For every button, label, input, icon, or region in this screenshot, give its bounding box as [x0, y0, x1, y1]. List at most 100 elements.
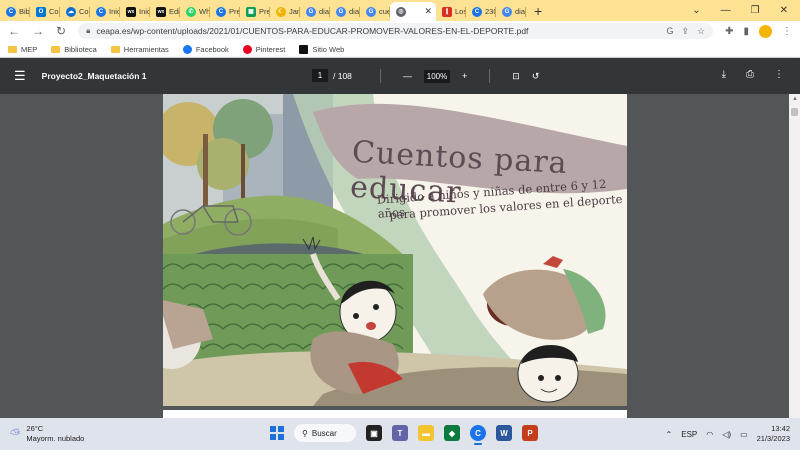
tab-4[interactable]: C Inic [90, 2, 120, 21]
bookmark-pinterest[interactable]: Pinterest [242, 44, 285, 54]
menu-icon[interactable]: ☰ [14, 68, 26, 84]
address-bar[interactable]: 🔒︎ ceapa.es/wp-content/uploads/2021/01/C… [78, 23, 714, 39]
avatar[interactable] [759, 24, 772, 38]
star-icon[interactable]: ☆ [697, 26, 705, 37]
chrome-taskbar-icon[interactable]: C [470, 425, 486, 445]
cloud-sun-icon: ⛅︎ [10, 426, 21, 441]
taskbar-apps: ⚲ Buscar ▣ T ▬ ◆ C W P [270, 424, 538, 445]
tab-16[interactable]: C 230 [466, 2, 496, 21]
extensions-icon[interactable]: ✚ [725, 26, 733, 37]
scrollbar[interactable] [789, 94, 800, 418]
tab-1[interactable]: CBibl [0, 2, 30, 21]
lock-icon[interactable]: 🔒︎ [86, 26, 90, 36]
tab-strip: CBibl OCo ☁Cor CInic wxInic wxEdit ✆Wh C… [0, 0, 800, 21]
chrome-icon: C [472, 6, 482, 17]
more-options-icon[interactable]: ⋮ [774, 69, 784, 80]
tab-active[interactable]: ◎ ✕ [390, 2, 436, 21]
search-label: Buscar [311, 428, 337, 438]
tab-3[interactable]: ☁ Cor [60, 2, 90, 21]
chrome-icon: C [96, 6, 106, 17]
weather-widget[interactable]: ⛅︎ 26°C Mayorm. nublado [10, 424, 84, 444]
word-icon[interactable]: W [496, 425, 512, 441]
bookmarks-bar: MEP Biblioteca Herramientas Facebook Pin… [0, 41, 800, 58]
reload-icon[interactable]: ↻ [56, 24, 66, 38]
sidepanel-icon[interactable]: ▮ [743, 26, 749, 37]
file-explorer-icon[interactable]: ▬ [418, 425, 434, 441]
teams-icon[interactable]: T [392, 425, 408, 441]
bookmark-mep[interactable]: MEP [8, 45, 37, 54]
tab-2[interactable]: O Co [30, 2, 60, 21]
whatsapp-icon: ✆ [186, 6, 196, 17]
page-total: / 108 [333, 70, 352, 81]
divider [380, 69, 381, 83]
tab-5[interactable]: wx Inic [120, 2, 150, 21]
tab-12[interactable]: Gdia [330, 2, 360, 21]
bookmark-biblioteca[interactable]: Biblioteca [51, 45, 97, 54]
wix-icon: wx [126, 6, 136, 17]
system-tray: ⌃ ESP ◠ ◁) ▭ 13:42 21/3/2023 [666, 424, 790, 444]
google-icon: G [502, 6, 512, 17]
pdf-actions: ⤓ ⎙ ⋮ [722, 69, 784, 80]
zoom-in-icon[interactable]: + [462, 71, 467, 81]
minimize-icon[interactable]: — [721, 5, 731, 16]
menu-kebab-icon[interactable]: ⋮ [782, 26, 792, 37]
taskbar-search[interactable]: ⚲ Buscar [294, 424, 356, 442]
wix-icon [299, 44, 309, 54]
bookmark-herramientas[interactable]: Herramientas [110, 45, 169, 54]
folder-icon [8, 45, 17, 53]
tab-8[interactable]: C Pre [210, 2, 240, 21]
chevron-up-icon[interactable]: ⌃ [666, 430, 673, 439]
clock[interactable]: 13:42 21/3/2023 [757, 424, 790, 444]
tab-11[interactable]: Gdia [300, 2, 330, 21]
zoom-input[interactable]: 100% [424, 69, 450, 83]
forward-icon[interactable]: → [32, 24, 44, 38]
scroll-thumb[interactable] [791, 108, 798, 116]
wix-icon: wx [156, 6, 166, 17]
pdf-page-next [163, 410, 627, 418]
google-lens-icon[interactable]: G [666, 26, 673, 37]
tab-10[interactable]: ☾ Jan [270, 2, 300, 21]
language-indicator[interactable]: ESP [681, 430, 697, 439]
chevron-down-icon[interactable]: ⌄ [692, 5, 700, 16]
tab-6[interactable]: wxEdit [150, 2, 180, 21]
tab-13[interactable]: Gcue [360, 2, 390, 21]
share-icon[interactable]: ⇪ [681, 26, 689, 37]
battery-icon[interactable]: ▭ [740, 430, 748, 439]
pdf-title: Proyecto2_Maquetación 1 [41, 71, 147, 81]
tab-7[interactable]: ✆ Wh [180, 2, 210, 21]
moon-icon: ☾ [276, 6, 286, 17]
task-view-icon[interactable]: ▣ [366, 425, 382, 441]
zoom-out-icon[interactable]: — [403, 71, 412, 81]
folder-icon [51, 45, 61, 53]
bookmark-facebook[interactable]: Facebook [182, 44, 229, 54]
weather-description: Mayorm. nublado [26, 434, 85, 443]
taskbar: ⛅︎ 26°C Mayorm. nublado ⚲ Buscar ▣ T ▬ ◆… [0, 418, 800, 450]
google-icon: G [306, 6, 316, 17]
tab-17[interactable]: Gdia [496, 2, 526, 21]
powerpoint-icon[interactable]: P [522, 425, 538, 441]
store-icon[interactable]: ◆ [444, 425, 460, 441]
scroll-up-icon[interactable]: ▲ [792, 96, 798, 102]
windows-start-icon[interactable] [270, 426, 284, 440]
google-icon: G [336, 6, 346, 17]
tab-9[interactable]: ▦ Pre [240, 2, 270, 21]
rotate-icon[interactable]: ↺ [532, 71, 540, 82]
facebook-icon [182, 44, 192, 54]
temperature: 26°C [26, 424, 44, 433]
new-tab-button[interactable]: + [526, 2, 550, 21]
bookmark-sitio-web[interactable]: Sitio Web [299, 44, 344, 54]
tab-15[interactable]: ∥ Los [436, 2, 466, 21]
url-text: ceapa.es/wp-content/uploads/2021/01/CUEN… [96, 26, 529, 36]
back-icon[interactable]: ← [8, 24, 20, 38]
restore-icon[interactable]: ❐ [751, 5, 760, 16]
globe-icon: ◎ [396, 6, 406, 17]
wifi-icon[interactable]: ◠ [706, 430, 713, 439]
volume-icon[interactable]: ◁) [722, 430, 731, 439]
page-number-input[interactable]: 1 [312, 69, 328, 82]
fit-page-icon[interactable]: ⊡ [512, 71, 520, 82]
download-icon[interactable]: ⤓ [722, 69, 726, 80]
close-window-icon[interactable]: ✕ [780, 5, 788, 16]
print-icon[interactable]: ⎙ [746, 69, 754, 80]
zoom-control: — 100% + ⊡ ↺ [370, 69, 539, 83]
close-tab-icon[interactable]: ✕ [424, 6, 432, 17]
